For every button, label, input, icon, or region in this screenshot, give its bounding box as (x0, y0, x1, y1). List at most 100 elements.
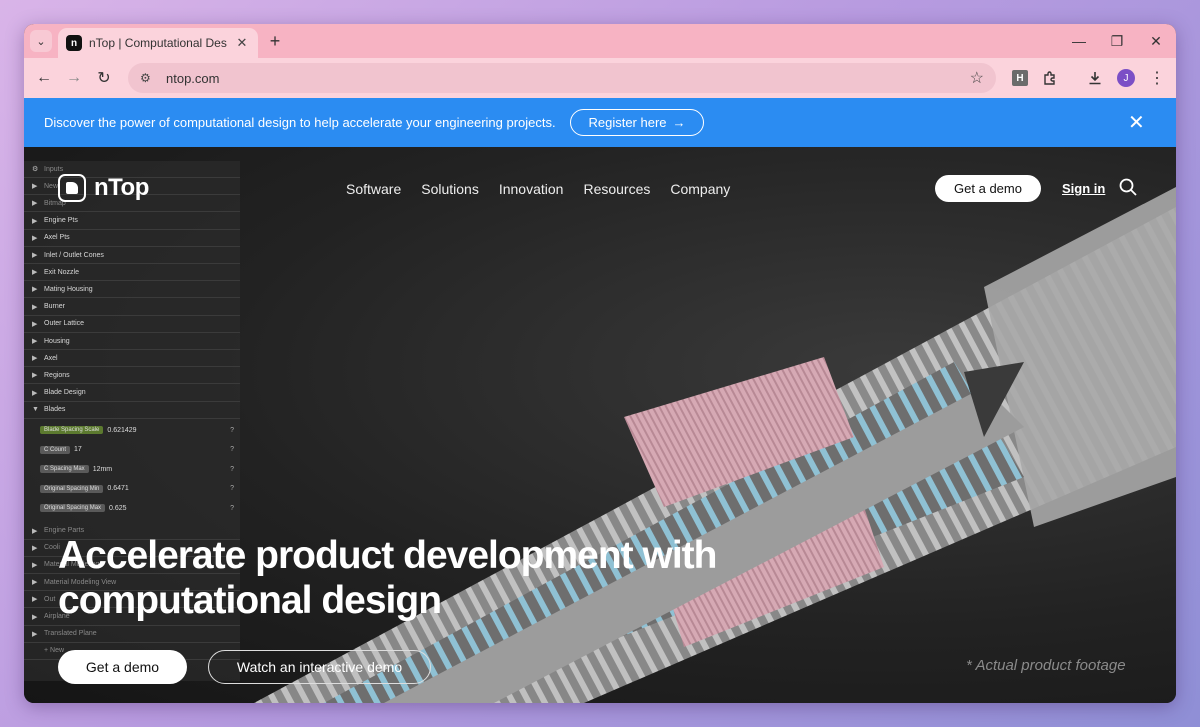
panel-tree-item[interactable]: ▶ Burner (24, 299, 240, 316)
panel-tree-item[interactable]: ▼ Blades (24, 402, 240, 419)
caret-right-icon: ▶ (32, 389, 38, 397)
register-button[interactable]: Register here → (570, 109, 704, 136)
panel-item-label: Blades (44, 406, 66, 414)
forward-icon[interactable]: → (62, 66, 86, 90)
parameter-row[interactable]: Original Spacing Max 0.625? (40, 501, 234, 515)
panel-tree-item[interactable]: ▶ Regions (24, 367, 240, 385)
panel-tree-item[interactable]: ▶ Inlet / Outlet Cones (24, 247, 240, 264)
nav-software[interactable]: Software (346, 181, 401, 197)
parameter-row[interactable]: C Count 17? (40, 443, 234, 457)
browser-window: ⌄ n nTop | Computational Design Sc ✕ + —… (24, 24, 1176, 703)
bookmark-star-icon[interactable]: ☆ (970, 68, 984, 88)
nav-solutions[interactable]: Solutions (421, 181, 479, 197)
panel-tree-item[interactable]: ▶ Outer Lattice (24, 316, 240, 333)
parameter-row[interactable]: Original Spacing Min 0.6471? (40, 482, 234, 496)
caret-right-icon: ▶ (32, 372, 38, 380)
caret-right-icon: ▶ (32, 579, 38, 587)
browser-toolbar: ← → ↻ ⚙ ntop.com ☆ H J ⋮ (24, 58, 1176, 98)
menu-kebab-icon[interactable]: ⋮ (1145, 66, 1169, 90)
hero-get-demo-button[interactable]: Get a demo (58, 650, 187, 684)
profile-avatar[interactable]: J (1117, 69, 1135, 87)
extensions-puzzle-icon[interactable] (1038, 66, 1062, 90)
address-bar[interactable]: ⚙ ntop.com ☆ (128, 63, 996, 93)
nav-company[interactable]: Company (670, 181, 730, 197)
tab-search-button[interactable]: ⌄ (30, 30, 52, 52)
help-icon[interactable]: ? (230, 466, 234, 473)
panel-item-label: New (44, 182, 59, 190)
banner-text: Discover the power of computational desi… (44, 115, 556, 130)
panel-tree-item[interactable]: ▶ Engine Pts (24, 213, 240, 230)
parameter-label: C Spacing Max (40, 465, 89, 473)
caret-right-icon: ▶ (32, 183, 38, 191)
parameter-value[interactable]: 0.6471 (107, 485, 226, 492)
panel-item-label: Mating Housing (44, 285, 93, 293)
close-window-icon[interactable]: ✕ (1141, 30, 1171, 52)
register-label: Register here (588, 115, 667, 130)
panel-item-label: Outer Lattice (44, 320, 85, 328)
sign-in-link[interactable]: Sign in (1062, 181, 1105, 196)
parameter-label: Blade Spacing Scale (40, 426, 104, 434)
reload-icon[interactable]: ↻ (92, 66, 116, 90)
banner-close-icon[interactable]: ✕ (1128, 110, 1145, 135)
parameter-value[interactable]: 0.625 (109, 505, 226, 512)
footage-footnote: * Actual product footage (966, 657, 1126, 674)
panel-item-label: Engine Pts (44, 217, 78, 225)
download-icon[interactable] (1083, 66, 1107, 90)
panel-item-label: + New (44, 647, 65, 655)
main-nav: Software Solutions Innovation Resources … (346, 181, 730, 197)
panel-item-label: Regions (44, 371, 70, 379)
help-icon[interactable]: ? (230, 485, 234, 492)
caret-down-icon: ▼ (32, 406, 39, 414)
caret-right-icon: ▶ (32, 252, 38, 259)
panel-item-label: Exit Nozzle (44, 268, 80, 276)
panel-tree-item[interactable]: ▶ Axel Pts (24, 230, 240, 247)
help-icon[interactable]: ? (230, 505, 234, 512)
panel-tree-item[interactable]: ▶ Mating Housing (24, 281, 240, 299)
help-icon[interactable]: ? (230, 446, 234, 453)
close-tab-icon[interactable]: ✕ (234, 35, 250, 51)
parameter-row[interactable]: C Spacing Max 12mm? (40, 462, 234, 476)
caret-right-icon: ▶ (32, 630, 38, 638)
nav-resources[interactable]: Resources (583, 181, 650, 197)
url-text: ntop.com (166, 70, 220, 86)
new-tab-button[interactable]: + (264, 30, 286, 52)
panel-item-label: Axel (44, 354, 58, 362)
extension-h-icon[interactable]: H (1012, 70, 1028, 86)
help-icon[interactable]: ? (230, 427, 234, 434)
panel-tree-item[interactable]: ▶ Axel (24, 350, 240, 368)
parameter-label: Original Spacing Max (40, 504, 106, 512)
watch-demo-button[interactable]: Watch an interactive demo (208, 650, 431, 684)
promo-banner: Discover the power of computational desi… (24, 98, 1176, 147)
ntop-logo[interactable]: nTop (58, 174, 149, 202)
panel-item-label: Translated Plane (44, 630, 97, 638)
chevron-down-icon: ⌄ (36, 35, 46, 48)
panel-item-label: Out (44, 595, 56, 603)
nav-get-demo-button[interactable]: Get a demo (935, 175, 1041, 202)
site-info-icon[interactable]: ⚙ (140, 71, 158, 85)
caret-right-icon: ▶ (32, 355, 38, 363)
panel-item-label: Burner (44, 303, 66, 311)
search-icon[interactable] (1118, 177, 1138, 202)
parameter-value[interactable]: 0.621429 (107, 427, 226, 434)
panel-tree-item[interactable]: ▶ Exit Nozzle (24, 264, 240, 282)
parameter-value[interactable]: 17 (74, 446, 226, 453)
caret-right-icon: ▶ (32, 544, 38, 552)
caret-right-icon: ▶ (32, 269, 38, 277)
nav-innovation[interactable]: Innovation (499, 181, 564, 197)
headline-line-2: computational design (58, 579, 442, 622)
panel-tree-item[interactable]: ▶ Housing (24, 333, 240, 350)
back-icon[interactable]: ← (32, 66, 56, 90)
panel-tree-item[interactable]: ▶ Translated Plane (24, 626, 240, 643)
tab-title: nTop | Computational Design Sc (89, 36, 227, 50)
parameter-label: Original Spacing Min (40, 484, 104, 493)
hero-headline: Accelerate product development with comp… (58, 533, 778, 623)
restore-icon[interactable]: ❐ (1102, 30, 1132, 52)
parameter-row[interactable]: Blade Spacing Scale 0.621429? (40, 423, 234, 437)
caret-right-icon: ▶ (32, 217, 38, 225)
caret-right-icon: ▶ (32, 596, 38, 604)
panel-tree-item[interactable]: ▶ Blade Design (24, 385, 240, 402)
minimize-icon[interactable]: — (1064, 30, 1094, 52)
parameter-value[interactable]: 12mm (93, 466, 226, 473)
tab-ntop[interactable]: n nTop | Computational Design Sc ✕ (58, 28, 258, 58)
headline-line-1: Accelerate product development with (58, 534, 718, 577)
